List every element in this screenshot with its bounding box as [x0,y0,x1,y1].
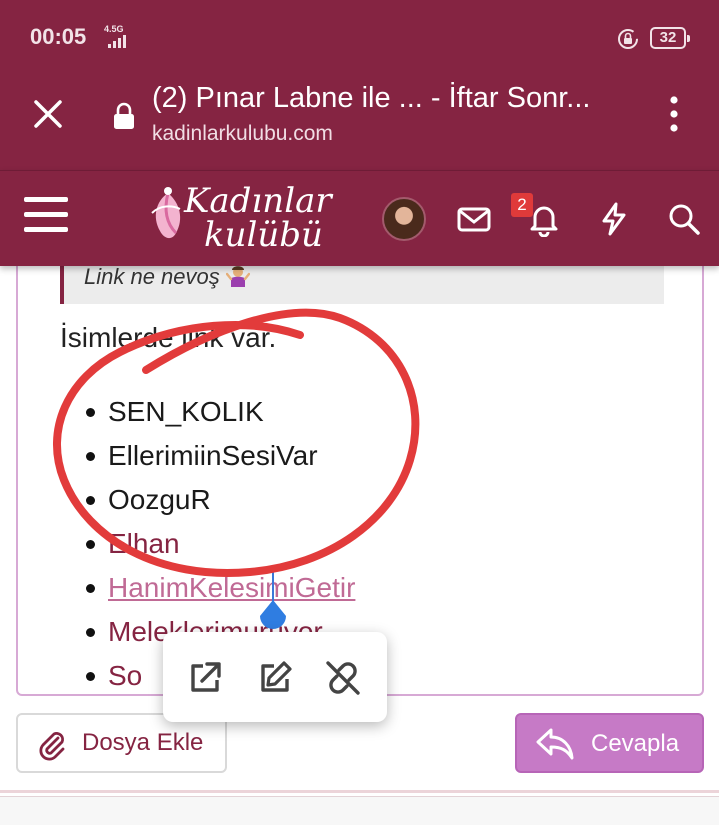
paragraph-text: İsimlerde link var. [60,322,277,353]
list-item-text: SEN_KOLIK [108,396,264,427]
page-footer [0,796,719,825]
network-type: 4.5G [104,24,124,34]
quote-line: Link ne nevoş [84,264,250,290]
unlink-icon[interactable] [323,658,363,698]
reply-icon [536,728,574,760]
site-header: Kadınlar kulübü 2 [0,170,719,266]
reply-label: Cevapla [591,730,680,757]
menu-button[interactable] [24,197,70,237]
attach-file-label: Dosya Ekle [82,729,204,756]
link-actions-popup [163,632,387,722]
list-item-text: EllerimiinSesiVar [108,440,318,471]
status-time: 00:05 [30,24,87,49]
rotation-lock-icon [618,29,638,49]
list-item-text: OozguR [108,484,211,515]
message-editor[interactable]: Link ne nevoş İsimlerde link var. SEN_KO… [16,250,704,696]
site-logo[interactable]: Kadınlar kulübü [146,179,346,261]
search-icon[interactable] [666,201,702,237]
user-link-selected[interactable]: HanimKelesimiGetir [108,572,355,603]
more-menu-button[interactable] [664,94,684,134]
user-link[interactable]: So [108,660,142,691]
quote-text: Link ne nevoş [84,264,220,289]
list-item: Elhan [85,526,355,570]
user-link[interactable]: Elhan [108,528,180,559]
open-link-icon[interactable] [185,658,225,698]
logo-text-bottom: kulübü [204,215,323,255]
page-title: (2) Pınar Labne ile ... - İftar Sonr... [152,82,591,114]
status-bar: 00:05 4.5G 32 [0,0,719,72]
battery-indicator: 32 [650,27,690,49]
reply-button[interactable]: Cevapla [515,713,704,773]
divider [0,790,719,793]
edit-link-icon[interactable] [255,658,295,698]
notification-badge: 2 [511,193,533,217]
shrug-emoji-icon [225,266,250,287]
user-avatar[interactable] [382,197,426,241]
list-item: HanimKelesimiGetir [85,570,355,614]
lightning-icon[interactable] [596,201,632,237]
close-tab-button[interactable] [28,94,68,134]
mail-icon[interactable] [456,201,492,237]
list-item: SEN_KOLIK [85,394,355,438]
page-domain: kadinlarkulubu.com [152,122,333,145]
list-item: EllerimiinSesiVar [85,438,355,482]
attach-file-button[interactable]: Dosya Ekle [16,713,227,773]
browser-toolbar: (2) Pınar Labne ile ... - İftar Sonr... … [0,72,719,170]
list-item: OozguR [85,482,355,526]
paperclip-icon [39,732,65,761]
signal-icon [108,34,132,48]
lock-icon [114,102,134,129]
